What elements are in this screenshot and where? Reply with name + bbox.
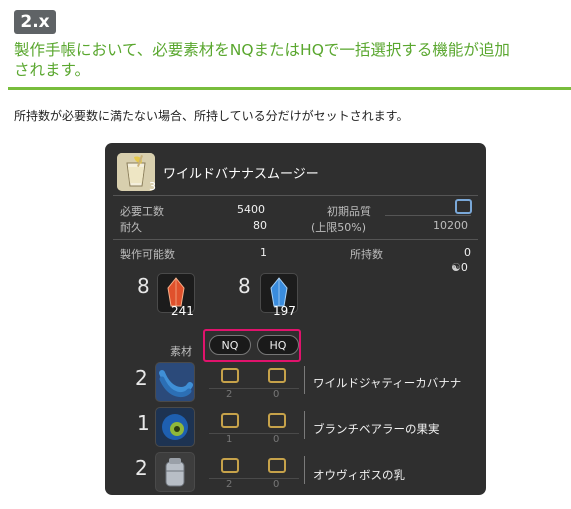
material-2-required: 1 xyxy=(137,411,150,435)
green-divider xyxy=(8,87,571,90)
headline: 製作手帳において、必要素材をNQまたはHQで一括選択する機能が追加 されます。 xyxy=(14,40,564,80)
material-2-hq-slot[interactable] xyxy=(268,413,286,428)
headline-line-1: 製作手帳において、必要素材をNQまたはHQで一括選択する機能が追加 xyxy=(14,41,510,59)
durability-value: 80 xyxy=(253,219,267,232)
material-3-nq-slot[interactable] xyxy=(221,458,239,473)
nq-select-button[interactable]: NQ xyxy=(209,335,251,355)
item-quantity: 3 xyxy=(149,180,156,193)
durability-label: 耐久 xyxy=(120,221,142,234)
intro-text: 所持数が必要数に満たない場合、所持している分だけがセットされます。 xyxy=(14,109,409,123)
headline-line-2: されます。 xyxy=(14,61,90,79)
material-1-required: 2 xyxy=(135,366,148,390)
material-3-separator xyxy=(304,456,305,484)
material-3-nq-owned: 2 xyxy=(226,479,233,490)
item-name: ワイルドバナナスムージー xyxy=(163,167,319,182)
fire-crystal-required: 8 xyxy=(137,274,150,298)
blue-fruit-icon[interactable] xyxy=(155,407,195,447)
stats-divider xyxy=(113,239,478,240)
material-1-separator xyxy=(304,366,305,394)
crafting-log-panel: 3 ワイルドバナナスムージー 必要工数 5400 耐久 80 初期品質 (上限5… xyxy=(105,143,486,495)
quality-divider xyxy=(385,215,471,216)
material-1-name: ワイルドジャティーカバナナ xyxy=(313,376,462,390)
material-3-hq-slot[interactable] xyxy=(268,458,286,473)
material-2-divider xyxy=(209,433,299,434)
hq-icon: ☯ xyxy=(451,261,461,274)
required-work-label: 必要工数 xyxy=(120,205,164,218)
required-work-value: 5400 xyxy=(237,203,265,216)
material-1-hq-owned: 0 xyxy=(273,389,280,400)
material-3-required: 2 xyxy=(135,456,148,480)
material-3-divider xyxy=(209,478,299,479)
hq-select-button[interactable]: HQ xyxy=(257,335,299,355)
craftable-label: 製作可能数 xyxy=(120,248,175,261)
craftable-value: 1 xyxy=(260,246,267,259)
owned-hq-value: 0 xyxy=(460,261,468,274)
owned-hq-row: ☯0 xyxy=(451,261,468,274)
owned-value: 0 xyxy=(464,246,471,259)
material-1-nq-slot[interactable] xyxy=(221,368,239,383)
water-crystal-owned: 197 xyxy=(273,304,296,318)
material-3-hq-owned: 0 xyxy=(273,479,280,490)
owned-label: 所持数 xyxy=(350,248,383,261)
banana-icon[interactable] xyxy=(155,362,195,402)
material-2-nq-slot[interactable] xyxy=(221,413,239,428)
initial-quality-max: 10200 xyxy=(433,219,468,232)
water-crystal-required: 8 xyxy=(238,274,251,298)
material-2-name: ブランチベアラーの果実 xyxy=(313,422,440,436)
milk-can-icon[interactable] xyxy=(155,452,195,492)
material-1-nq-owned: 2 xyxy=(226,389,233,400)
version-badge: 2.x xyxy=(14,10,56,34)
materials-label: 素材 xyxy=(170,345,192,358)
hq-checkbox[interactable] xyxy=(455,199,472,214)
material-2-nq-owned: 1 xyxy=(226,434,233,445)
initial-quality-cap: (上限50%) xyxy=(311,221,367,234)
material-2-hq-owned: 0 xyxy=(273,434,280,445)
material-3-name: オウヴィボスの乳 xyxy=(313,468,405,482)
header-divider xyxy=(113,195,478,196)
initial-quality-label: 初期品質 xyxy=(327,205,371,218)
material-2-separator xyxy=(304,411,305,439)
material-1-divider xyxy=(209,388,299,389)
fire-crystal-owned: 241 xyxy=(171,304,194,318)
material-1-hq-slot[interactable] xyxy=(268,368,286,383)
